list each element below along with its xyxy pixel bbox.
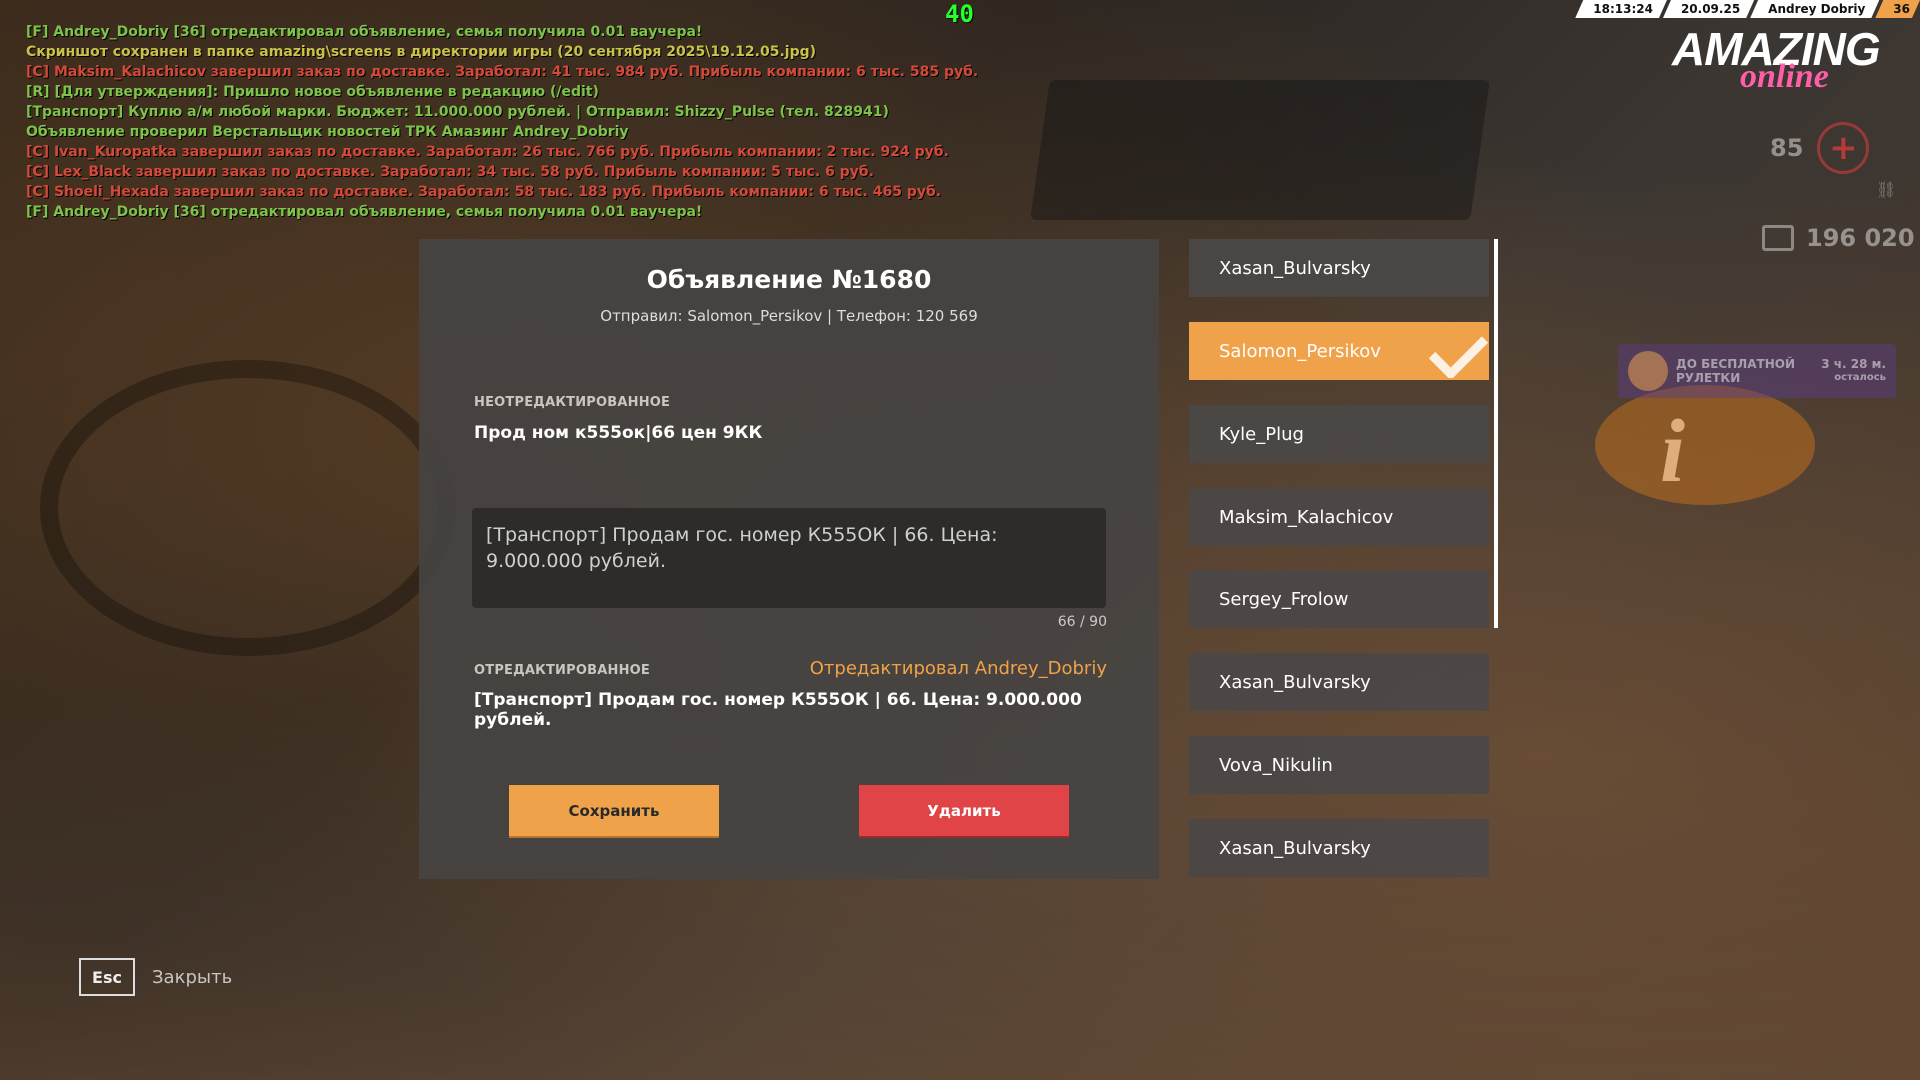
- chat-line: [C] Maksim_Kalachicov завершил заказ по …: [26, 64, 979, 80]
- chat-line: [R] [Для утверждения]: Пришло новое объя…: [26, 84, 599, 100]
- esc-key-button[interactable]: Esc: [79, 958, 135, 996]
- edited-label: ОТРЕДАКТИРОВАННОЕ: [474, 663, 650, 678]
- logo-sub-text: online: [1740, 58, 1829, 95]
- link-icon: ⛓: [1876, 180, 1897, 199]
- list-item-selected[interactable]: Salomon_Persikov: [1189, 322, 1489, 380]
- original-label: НЕОТРЕДАКТИРОВАННОЕ: [474, 395, 671, 410]
- roulette-time-value: 3 ч. 28 м.: [1821, 357, 1886, 371]
- info-marker-icon: i: [1660, 402, 1686, 501]
- edited-by-label: Отредактировал Andrey_Dobriy: [809, 658, 1107, 679]
- roulette-label: ДО БЕСПЛАТНОЙ РУЛЕТКИ: [1676, 357, 1795, 385]
- wallet-icon: [1762, 225, 1794, 251]
- ad-editor-panel: Объявление №1680 Отправил: Salomon_Persi…: [419, 239, 1159, 879]
- chat-line: [C] Lex_Black завершил заказ по доставке…: [26, 164, 874, 180]
- chat-log: [F] Andrey_Dobriy [36] отредактировал об…: [26, 22, 986, 222]
- ad-edit-textarea[interactable]: [Транспорт] Продам гос. номер К555ОК | 6…: [472, 508, 1106, 608]
- list-item-name: Kyle_Plug: [1219, 423, 1304, 445]
- list-item-name: Maksim_Kalachicov: [1219, 506, 1394, 528]
- top-info-bar: 18:13:24 20.09.25 Andrey Dobriy 36: [1579, 0, 1920, 18]
- list-item[interactable]: Xasan_Bulvarsky: [1189, 819, 1489, 877]
- health-indicator: 85 +: [1770, 122, 1870, 174]
- chat-line: [C] Shoeli_Hexada завершил заказ по дост…: [26, 184, 942, 200]
- amazing-online-logo: AMAZING online: [1672, 26, 1902, 95]
- list-item-name: Xasan_Bulvarsky: [1219, 671, 1371, 693]
- char-counter: 66 / 90: [1057, 614, 1107, 630]
- delete-button[interactable]: Удалить: [859, 785, 1069, 836]
- date: 20.09.25: [1663, 0, 1754, 18]
- list-item-name: Xasan_Bulvarsky: [1219, 837, 1371, 859]
- list-item[interactable]: Vova_Nikulin: [1189, 736, 1489, 794]
- list-item-name: Salomon_Persikov: [1219, 340, 1381, 362]
- close-label: Закрыть: [152, 967, 233, 988]
- list-item[interactable]: Sergey_Frolow: [1189, 570, 1489, 628]
- list-item[interactable]: Kyle_Plug: [1189, 405, 1489, 463]
- money-indicator: 196 020: [1762, 224, 1915, 252]
- ad-title: Объявление №1680: [646, 265, 932, 294]
- player-level: 36: [1875, 0, 1920, 18]
- roulette-remaining-label: осталось: [1834, 372, 1886, 383]
- list-item-name: Sergey_Frolow: [1219, 588, 1349, 610]
- edited-ad-text: [Транспорт] Продам гос. номер К555ОК | 6…: [474, 690, 1082, 730]
- chat-line: [F] Andrey_Dobriy [36] отредактировал об…: [26, 24, 703, 40]
- chat-line: Объявление проверил Верстальщик новостей…: [26, 124, 629, 140]
- clock: 18:13:24: [1575, 0, 1667, 18]
- chat-line: Скриншот сохранен в папке amazing\screen…: [26, 44, 817, 60]
- health-cross-icon: +: [1817, 122, 1870, 174]
- original-ad-text: Прод ном к555ок|66 цен 9КК: [474, 423, 763, 443]
- checkmark-icon: [1429, 328, 1489, 378]
- player-name: Andrey Dobriy: [1750, 0, 1879, 18]
- chat-line: [Транспорт] Куплю а/м любой марки. Бюдже…: [26, 104, 889, 120]
- list-item[interactable]: Xasan_Bulvarsky: [1189, 239, 1489, 297]
- list-item[interactable]: Maksim_Kalachicov: [1189, 488, 1489, 546]
- ad-sender-info: Отправил: Salomon_Persikov | Телефон: 12…: [600, 307, 978, 325]
- background-ring: [40, 360, 456, 656]
- background-info-pad: [1595, 385, 1815, 505]
- money-value: 196 020: [1806, 224, 1915, 252]
- background-bench: [1030, 80, 1490, 220]
- list-item[interactable]: Xasan_Bulvarsky: [1189, 653, 1489, 711]
- save-button[interactable]: Сохранить: [509, 785, 719, 836]
- list-item-name: Xasan_Bulvarsky: [1219, 257, 1371, 279]
- list-item-name: Vova_Nikulin: [1219, 754, 1333, 776]
- free-roulette-timer: ДО БЕСПЛАТНОЙ РУЛЕТКИ 3 ч. 28 м. осталос…: [1618, 344, 1896, 398]
- list-scrollbar[interactable]: [1494, 239, 1498, 628]
- health-value: 85: [1770, 134, 1804, 162]
- roulette-prize-icon: [1628, 351, 1668, 391]
- fps-counter: 40: [945, 0, 974, 28]
- roulette-time: 3 ч. 28 м. осталось: [1804, 357, 1886, 385]
- chat-line: [C] Ivan_Kuropatka завершил заказ по дос…: [26, 144, 949, 160]
- chat-line: [F] Andrey_Dobriy [36] отредактировал об…: [26, 204, 703, 220]
